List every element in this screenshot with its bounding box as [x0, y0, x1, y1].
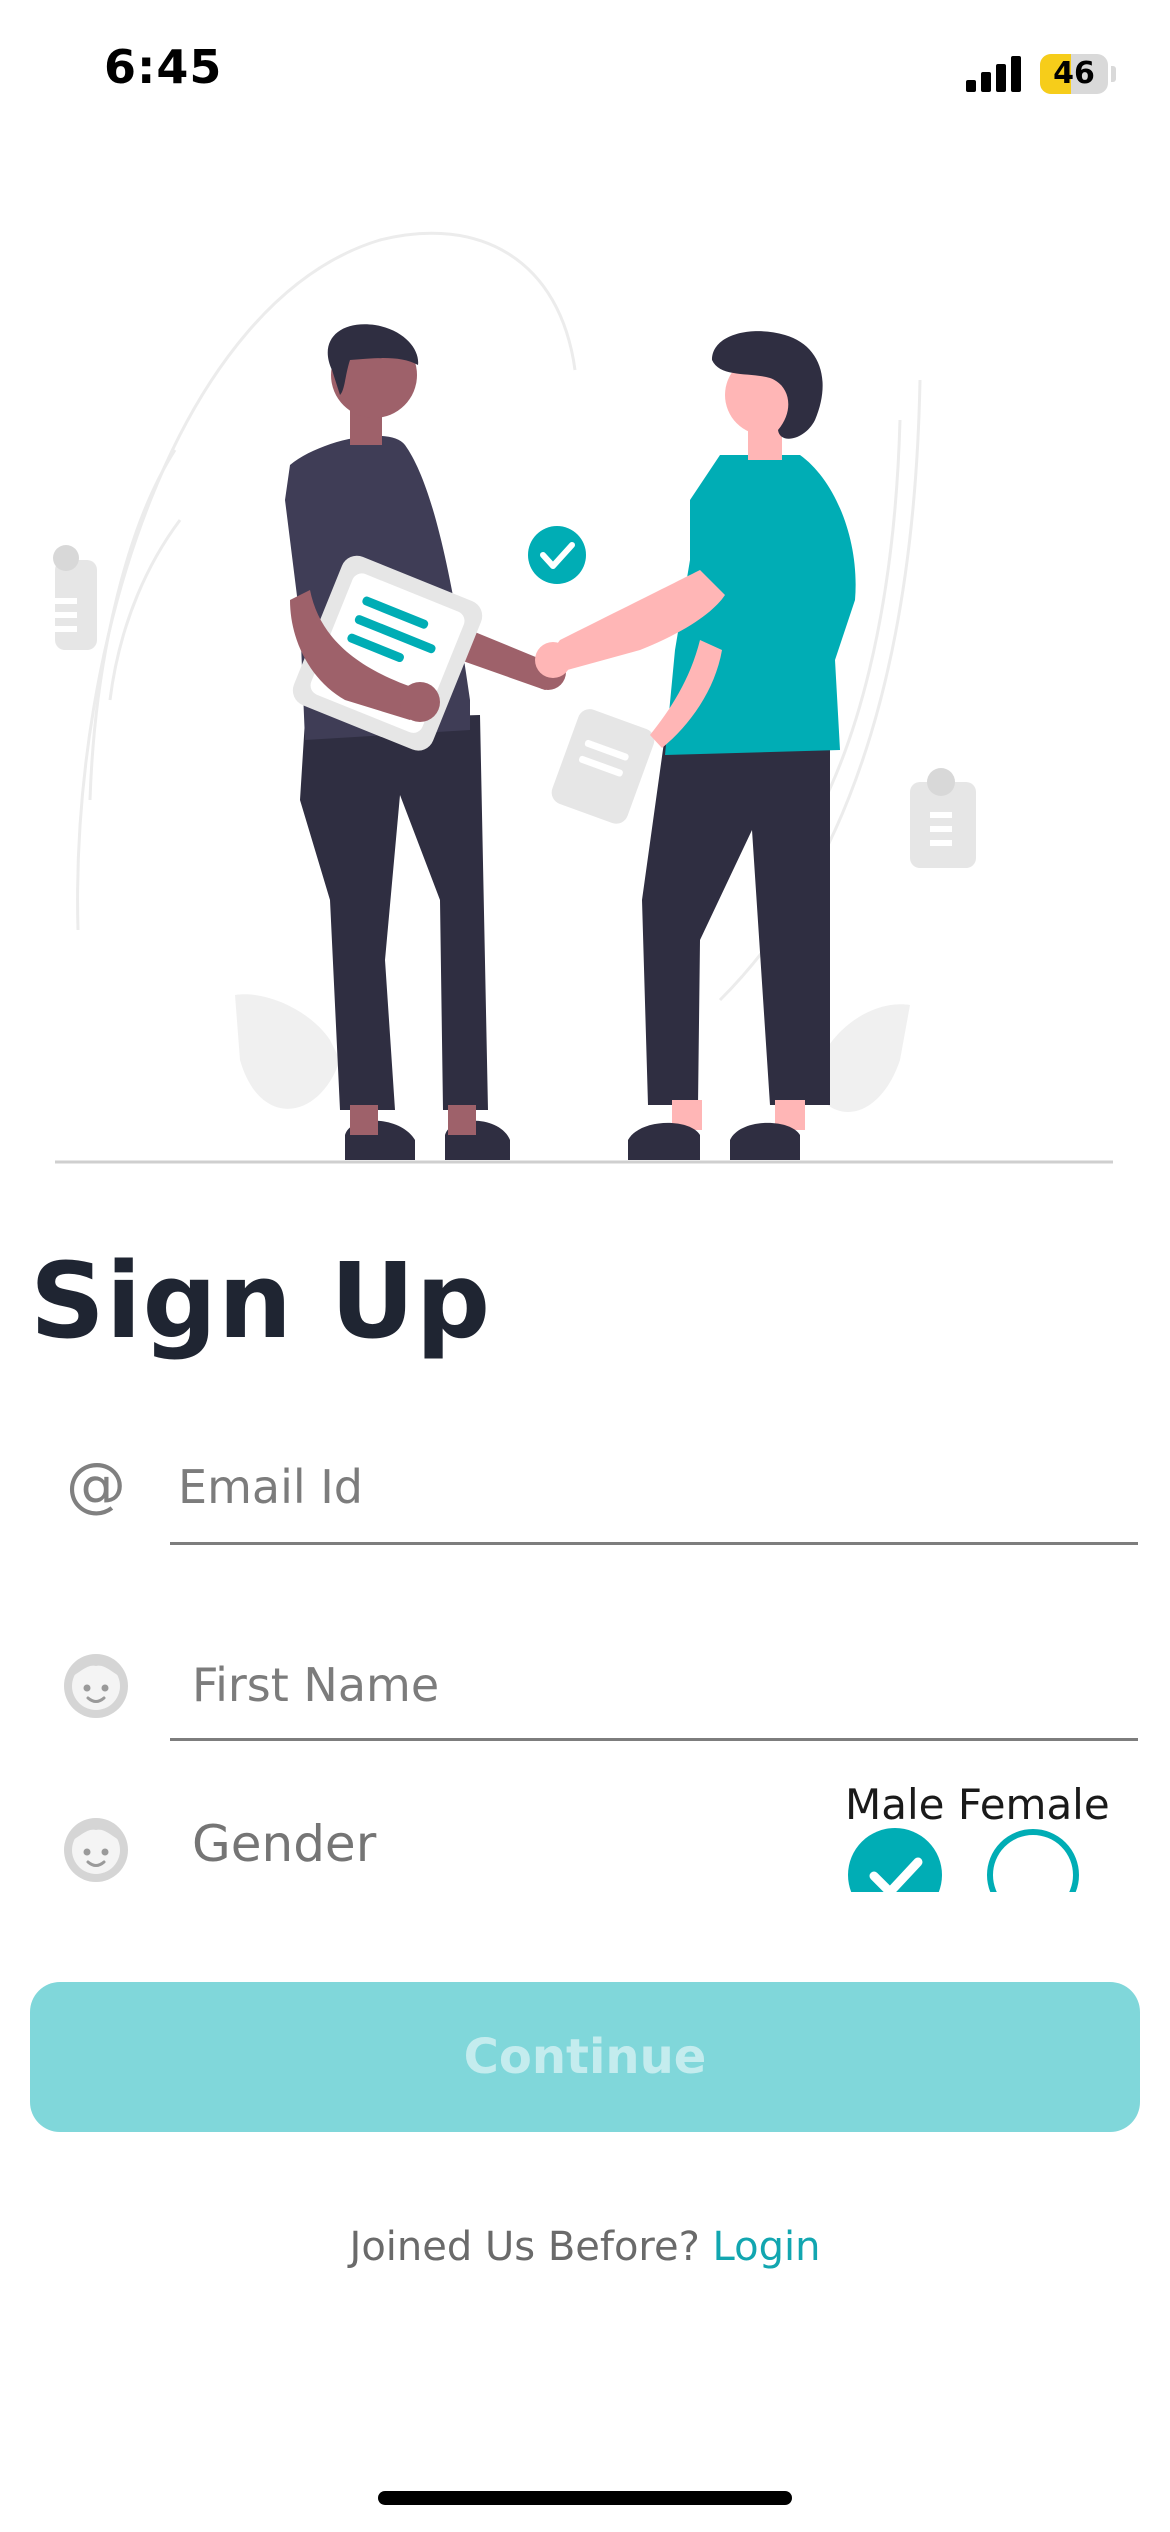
login-prompt-line: Joined Us Before? Login [0, 2224, 1170, 2270]
status-time: 6:45 [104, 40, 223, 94]
gender-label: Gender [192, 1815, 377, 1873]
first-name-field[interactable] [192, 1650, 1128, 1720]
male-radio-checked-icon [848, 1828, 942, 1892]
person-left [285, 324, 566, 1160]
clipboard-right [910, 768, 976, 868]
face-icon [64, 1818, 128, 1882]
login-prompt: Joined Us Before? [349, 2224, 700, 2270]
battery-level: 46 [1053, 56, 1095, 91]
check-badge [528, 526, 586, 584]
face-icon [64, 1654, 128, 1718]
female-radio-unchecked-icon [987, 1829, 1079, 1892]
page-title: Sign Up [30, 1240, 492, 1362]
clipboard-left [53, 545, 97, 650]
battery-icon: 46 [1040, 54, 1108, 94]
home-indicator[interactable] [378, 2491, 792, 2505]
handshake-illustration [53, 231, 1113, 1164]
login-link[interactable]: Login [713, 2224, 821, 2270]
battery-tip [1111, 66, 1116, 82]
continue-button[interactable]: Continue [30, 1982, 1140, 2132]
status-bar: 6:45 46 [0, 0, 1170, 150]
email-field[interactable] [178, 1452, 1128, 1522]
female-radio[interactable] [978, 1820, 1088, 1892]
male-radio[interactable] [840, 1820, 950, 1892]
email-underline [170, 1542, 1138, 1545]
signal-icon [966, 56, 1022, 92]
at-icon: @ [66, 1450, 126, 1520]
first-name-underline [170, 1738, 1138, 1741]
